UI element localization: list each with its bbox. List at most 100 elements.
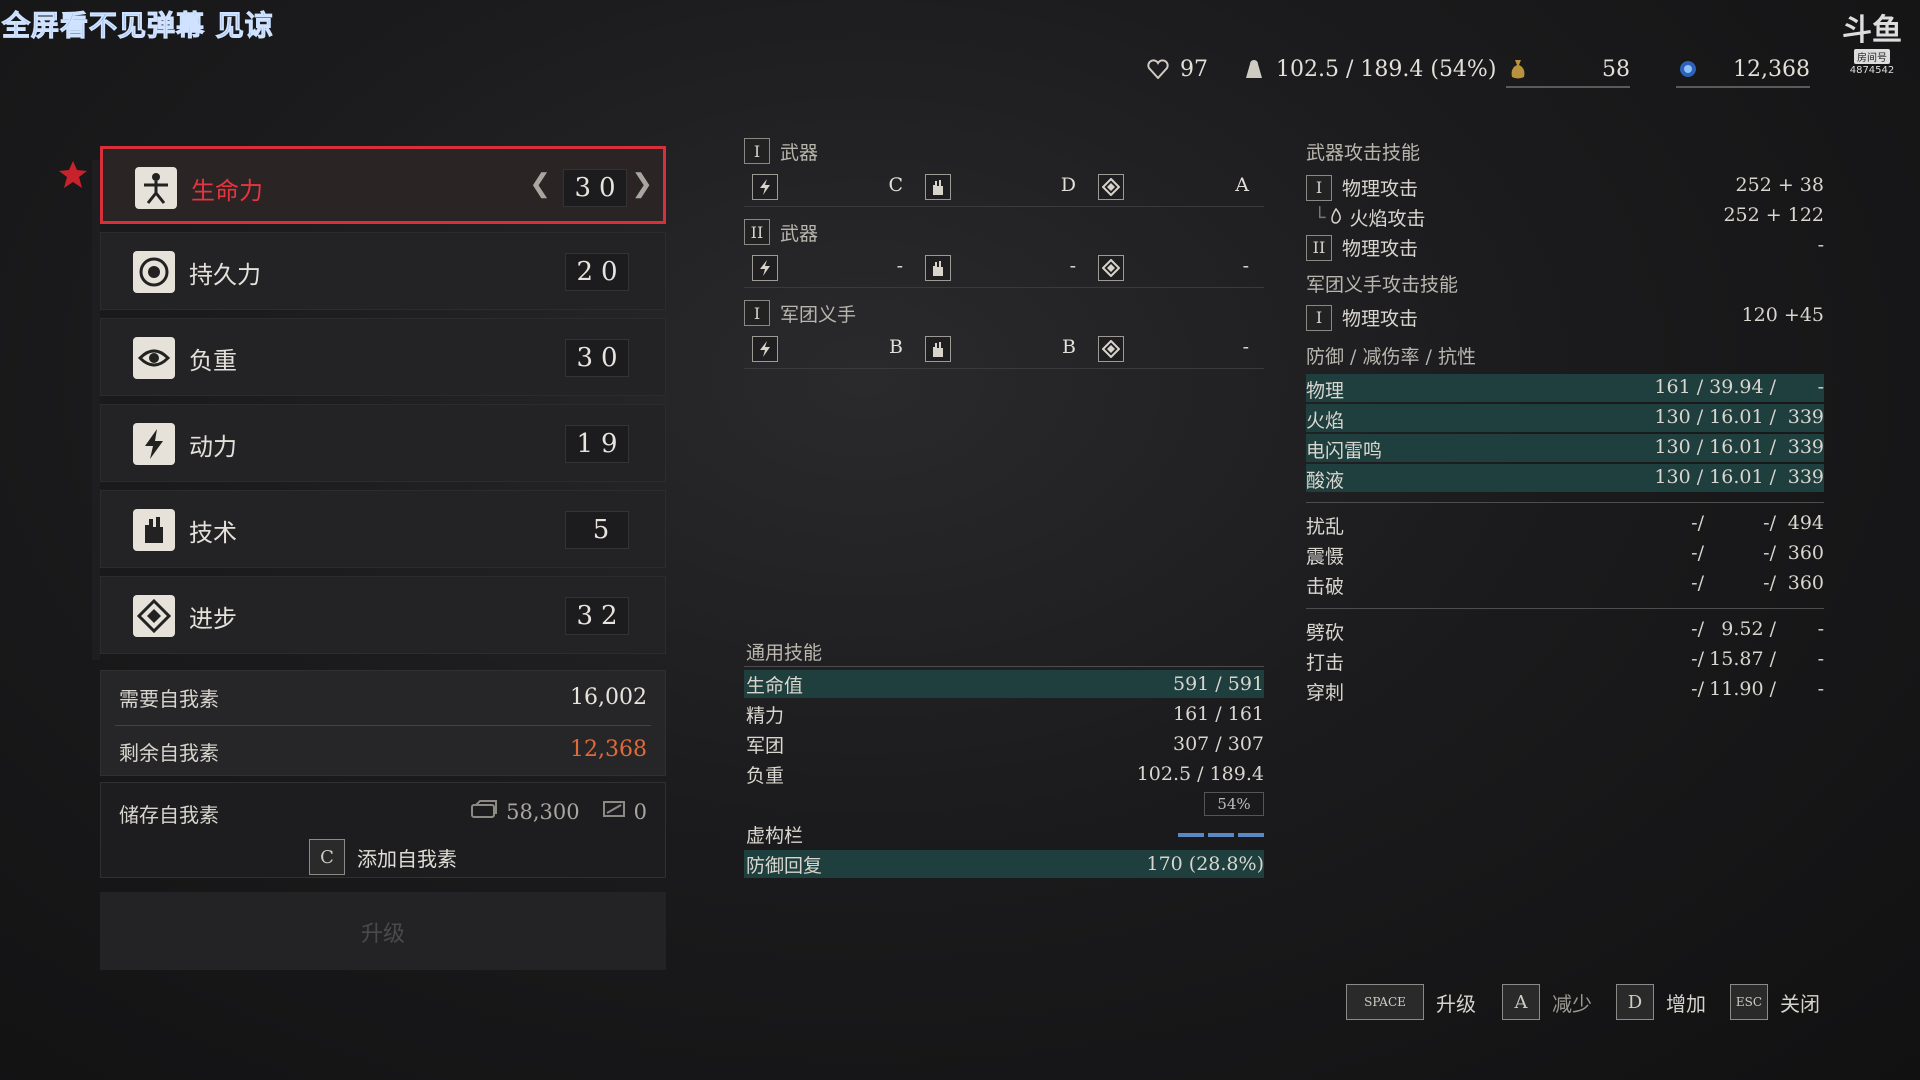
attribute-name: 持久力 [189, 261, 261, 289]
weapon2-scaling-row: - - - [744, 247, 1264, 288]
room-number: 4874542 [1849, 65, 1895, 76]
hint-increase[interactable]: D 增加 [1616, 984, 1706, 1020]
add-ergo-button[interactable]: C 添加自我素 [309, 839, 457, 875]
scaling-grade: B [1062, 336, 1076, 358]
virtual-gauge [1178, 833, 1264, 837]
target-icon [133, 251, 175, 293]
legion-arm-scaling-row: B B - [744, 328, 1264, 369]
diamond-icon [1098, 255, 1124, 281]
flame-icon [1329, 207, 1343, 229]
attribute-value: 30 [565, 339, 629, 377]
lightning-icon [752, 174, 778, 200]
attribute-value: 19 [565, 425, 629, 463]
defense-title: 防御 / 减伤率 / 抗性 [1306, 346, 1476, 368]
remaining-ergo-value: 12,368 [570, 737, 647, 762]
hint-close[interactable]: ESC 关闭 [1730, 984, 1820, 1020]
attack-row-physical-2: II 物理攻击 - [1306, 232, 1824, 261]
damage-row-pierce: 穿刺 -/ 11.90 / - [1306, 678, 1824, 704]
required-ergo-label: 需要自我素 [119, 687, 219, 711]
attribute-name: 生命力 [191, 177, 263, 205]
general-title: 通用技能 [746, 642, 823, 664]
attribute-row-technique[interactable]: 技术 5 [100, 490, 666, 568]
selection-marker-icon [56, 158, 90, 196]
defense-row-fire: 火焰 130 / 16.01 / 339 [1306, 404, 1824, 432]
scaling-grade: A [1235, 174, 1249, 196]
diamond-icon [133, 595, 175, 637]
ergo-icon [1676, 57, 1700, 81]
stat-row-virtual: 虚构栏 [744, 820, 1264, 848]
ergo-stack-icon [470, 799, 498, 824]
key-space-icon: SPACE [1346, 984, 1424, 1020]
legion-arm-title: I 军团义手 [744, 298, 1264, 328]
attribute-value: 32 [565, 597, 629, 635]
stat-row-hp: 生命值 591 / 591 [744, 670, 1264, 698]
hint-upgrade-label: 升级 [1436, 991, 1476, 1016]
stored-ergo-values: 58,300 0 [470, 799, 647, 824]
resist-row-break: 击破 -/ -/ 360 [1306, 572, 1824, 598]
scaling-grade: - [1069, 255, 1076, 277]
attack-row-fire-1: └ 火焰攻击 252 + 122 [1314, 204, 1824, 230]
level-stat: 97 [1146, 52, 1208, 86]
attribute-row-advance[interactable]: 进步 32 [100, 576, 666, 654]
weight-stat: 102.5 / 189.4 (54%) [1242, 52, 1496, 86]
attribute-row-capacity[interactable]: 负重 30 [100, 318, 666, 396]
attack-defense-panel: 武器攻击技能 I 物理攻击 252 + 38 └ 火焰攻击 252 + 122 I… [1306, 136, 1824, 706]
attribute-name: 动力 [189, 433, 237, 461]
attribute-row-endurance[interactable]: 持久力 20 [100, 232, 666, 310]
weapon-attack-title: 武器攻击技能 [1306, 142, 1421, 164]
diamond-icon [1098, 336, 1124, 362]
stored-ergo-label: 储存自我素 [119, 803, 219, 827]
hint-upgrade[interactable]: SPACE 升级 [1346, 984, 1476, 1020]
scaling-grade: D [1060, 174, 1076, 196]
scaling-grade: - [896, 255, 903, 277]
hint-decrease-label: 减少 [1552, 991, 1592, 1016]
consumable-count: 58 [1602, 56, 1630, 82]
stat-row-stamina: 精力 161 / 161 [746, 703, 1264, 727]
heart-icon [1146, 57, 1170, 81]
defense-row-acid: 酸液 130 / 16.01 / 339 [1306, 464, 1824, 492]
stat-row-guard-regain: 防御回复 170 (28.8%) [744, 850, 1264, 878]
scaling-grade: - [1242, 336, 1249, 358]
defense-row-lightning: 电闪雷鸣 130 / 16.01 / 339 [1306, 434, 1824, 462]
lightning-icon [752, 255, 778, 281]
weight-value: 102.5 / 189.4 (54%) [1276, 56, 1497, 82]
hint-close-label: 关闭 [1780, 991, 1820, 1016]
weapon1-scaling-row: C D A [744, 166, 1264, 207]
weight-percent-badge: 54% [1204, 792, 1264, 816]
upgrade-button[interactable]: 升级 [100, 892, 666, 970]
hand-icon [925, 174, 951, 200]
hint-decrease[interactable]: A 减少 [1502, 984, 1592, 1020]
ergo-value: 12,368 [1733, 56, 1810, 82]
room-label: 房间号 [1854, 49, 1890, 64]
weight-icon [1242, 57, 1266, 81]
attribute-row-vitality[interactable]: 生命力 ❮ 30 ❯ [100, 146, 666, 224]
lightning-icon [133, 423, 175, 465]
eye-icon [133, 337, 175, 379]
hand-icon [133, 509, 175, 551]
attribute-name: 进步 [189, 605, 237, 633]
resist-row-shock: 震慑 -/ -/ 360 [1306, 542, 1824, 568]
pouch-icon [1506, 57, 1530, 81]
ergo-summary: 需要自我素 16,002 剩余自我素 12,368 [100, 670, 666, 776]
attack-row-physical-1: I 物理攻击 252 + 38 [1306, 172, 1824, 201]
decrease-arrow-icon[interactable]: ❮ [529, 169, 551, 199]
upgrade-label: 升级 [360, 922, 405, 947]
platform-logo: 斗鱼 [1842, 13, 1902, 48]
stat-row-weight: 负重 102.5 / 189.4 [746, 763, 1264, 787]
stored-ergo-extra: 0 [633, 799, 647, 824]
add-ergo-label: 添加自我素 [357, 846, 457, 871]
key-a-icon: A [1502, 984, 1540, 1020]
stream-watermark: 全屏看不见弹幕 见谅 [2, 9, 274, 43]
vitruvian-icon [135, 167, 177, 209]
ergo-stat: 12,368 [1676, 52, 1810, 88]
increase-arrow-icon[interactable]: ❯ [631, 169, 653, 199]
required-ergo-value: 16,002 [570, 685, 647, 710]
ergo-card-icon [602, 799, 626, 824]
damage-row-strike: 打击 -/ 15.87 / - [1306, 648, 1824, 674]
lightning-icon [752, 336, 778, 362]
remaining-ergo-label: 剩余自我素 [119, 741, 219, 765]
attribute-row-motivity[interactable]: 动力 19 [100, 404, 666, 482]
consumable-stat: 58 [1506, 52, 1630, 88]
scaling-grade: - [1242, 255, 1249, 277]
weapon2-title: II 武器 [744, 217, 1264, 247]
